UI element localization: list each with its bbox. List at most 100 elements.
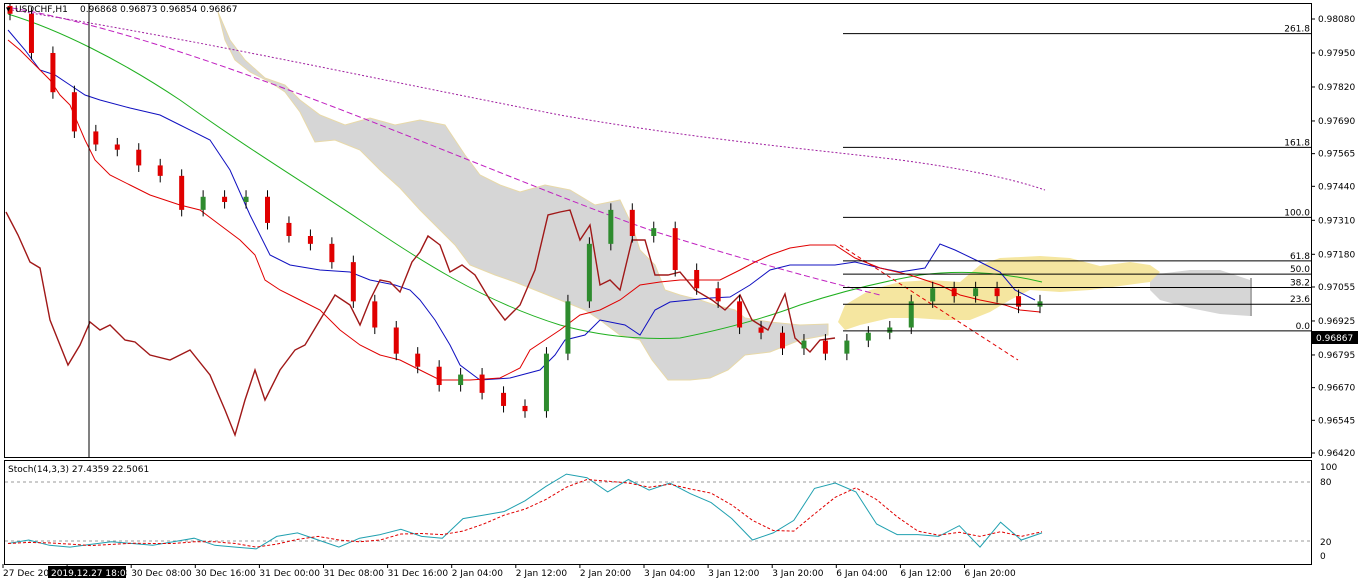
candle-bull (543, 353, 549, 412)
x-tick-label: 31 Dec 08:00 (324, 569, 385, 579)
x-tick-label: 30 Dec 16:00 (195, 569, 256, 579)
candle-bear (951, 288, 957, 297)
fib-level-label: 50.0 (1290, 265, 1310, 275)
y-tick-label: 0.98080 (1318, 15, 1355, 25)
x-tick-label: 2 Jan 04:00 (452, 569, 504, 579)
stoch-axis-20: 20 (1320, 538, 1332, 548)
candle-bear (71, 92, 77, 132)
candle-bull (651, 228, 657, 236)
x-tick-label: 3 Jan 04:00 (644, 569, 696, 579)
x-tick-label: 3 Jan 12:00 (708, 569, 760, 579)
x-tick-label: 31 Dec 16:00 (388, 569, 449, 579)
chart-symbol: USDCHF,H1 (15, 5, 68, 15)
candle-bull (930, 288, 936, 302)
y-tick-label: 0.97820 (1318, 83, 1355, 93)
main-plot-frame (4, 3, 1312, 458)
candle-bear (501, 392, 507, 406)
y-tick-label: 0.97055 (1318, 283, 1355, 293)
candle-bear (737, 301, 743, 328)
candle-bull (865, 332, 871, 341)
candle-bear (479, 374, 485, 393)
candle-bear (694, 269, 700, 289)
candle-bear (780, 332, 785, 349)
stoch-header: Stoch(14,3,3) 27.4359 22.5061 (8, 465, 149, 475)
x-tick-label: 30 Dec 08:00 (131, 569, 192, 579)
candle-bear (994, 288, 1000, 297)
candle-bear (372, 301, 378, 328)
y-tick-label: 0.97440 (1318, 182, 1355, 192)
candle-bull (458, 374, 464, 386)
x-tick-label: 3 Jan 20:00 (772, 569, 824, 579)
price-axis: 0.98080 0.97950 0.97820 0.97690 0.97565 0.974… (1311, 15, 1355, 459)
candle-bear (393, 327, 399, 354)
fib-level-label: 261.8 (1284, 25, 1310, 35)
candle-bear (758, 327, 764, 333)
crosshair-time: 2019.12.27 18:00 (51, 569, 132, 579)
candle-bull (586, 243, 592, 302)
y-tick-label: 0.97180 (1318, 250, 1355, 260)
price-badge: 0.96867 (1316, 334, 1353, 344)
candle-bear (307, 236, 313, 244)
fib-level-label: 23.6 (1290, 295, 1310, 305)
candle-bear (415, 353, 421, 367)
ichimoku-cloud-gray-right (1150, 270, 1250, 316)
candle-bear (350, 262, 356, 302)
candle-bear (822, 340, 828, 354)
candle-bear (522, 405, 528, 412)
x-tick-label: 6 Jan 12:00 (900, 569, 952, 579)
candle-bull (565, 301, 571, 354)
candle-bear (136, 149, 142, 166)
candle-bull (608, 209, 614, 244)
candle-bull (243, 196, 249, 203)
candle-bear (265, 196, 270, 223)
stoch-axis-80: 80 (1320, 478, 1332, 488)
candle-bull (200, 196, 206, 210)
stoch-plot-frame (4, 460, 1312, 565)
stoch-main-line (7, 473, 1043, 550)
y-tick-label: 0.96670 (1318, 384, 1355, 394)
candle-bull (973, 288, 979, 297)
fib-level-label: 61.8 (1290, 252, 1310, 262)
candle-bull (801, 340, 807, 349)
x-tick-label: 2 Jan 20:00 (580, 569, 632, 579)
x-tick-label: 6 Jan 20:00 (965, 569, 1017, 579)
candle-bull (844, 340, 850, 354)
y-tick-label: 0.97950 (1318, 49, 1355, 59)
candle-bear (436, 366, 442, 386)
fib-level-label: 38.2 (1290, 279, 1310, 289)
x-tick-label: 6 Jan 04:00 (836, 569, 888, 579)
y-tick-label: 0.96420 (1318, 449, 1355, 459)
long-ma-dotted (11, 9, 1046, 191)
fib-level-label: 0.0 (1296, 322, 1311, 332)
candle-bear (222, 196, 228, 203)
candle-bear (157, 165, 163, 176)
candle-bear (114, 144, 120, 150)
candle-bear (672, 228, 678, 270)
candle-bear (1016, 296, 1022, 307)
stoch-signal-line (7, 478, 1043, 548)
time-axis: 27 Dec 201930 Dec 00:0030 Dec 08:0030 De… (2, 564, 1017, 579)
candle-bear (629, 209, 635, 236)
candle-bear (28, 13, 34, 53)
y-tick-label: 0.97310 (1318, 216, 1355, 226)
x-tick-label: 2 Jan 12:00 (516, 569, 568, 579)
y-tick-label: 0.96925 (1318, 317, 1355, 327)
fib-level-label: 161.8 (1284, 138, 1310, 148)
mt4-chart[interactable]: 261.8 161.8 100.0 61.8 50.0 38.2 23.6 0.0 ▾ USD… (0, 0, 1362, 584)
candle-bear (50, 52, 56, 93)
stoch-axis-100: 100 (1320, 463, 1337, 473)
stoch-axis-0: 0 (1320, 552, 1326, 562)
y-tick-label: 0.96545 (1318, 416, 1355, 426)
chart-header-arrow[interactable]: ▾ (6, 5, 11, 15)
y-tick-label: 0.97565 (1318, 150, 1355, 160)
y-tick-label: 0.97690 (1318, 117, 1355, 127)
y-tick-label: 0.96795 (1318, 351, 1355, 361)
candle-bear (179, 175, 185, 210)
fib-level-label: 100.0 (1284, 208, 1310, 218)
candle-bear (93, 131, 99, 145)
chart-ohlc: 0.96868 0.96873 0.96854 0.96867 (80, 5, 237, 15)
x-tick-label: 31 Dec 00:00 (259, 569, 320, 579)
candle-bear (329, 243, 335, 263)
candle-bear (715, 288, 721, 302)
candle-bull (887, 327, 893, 333)
